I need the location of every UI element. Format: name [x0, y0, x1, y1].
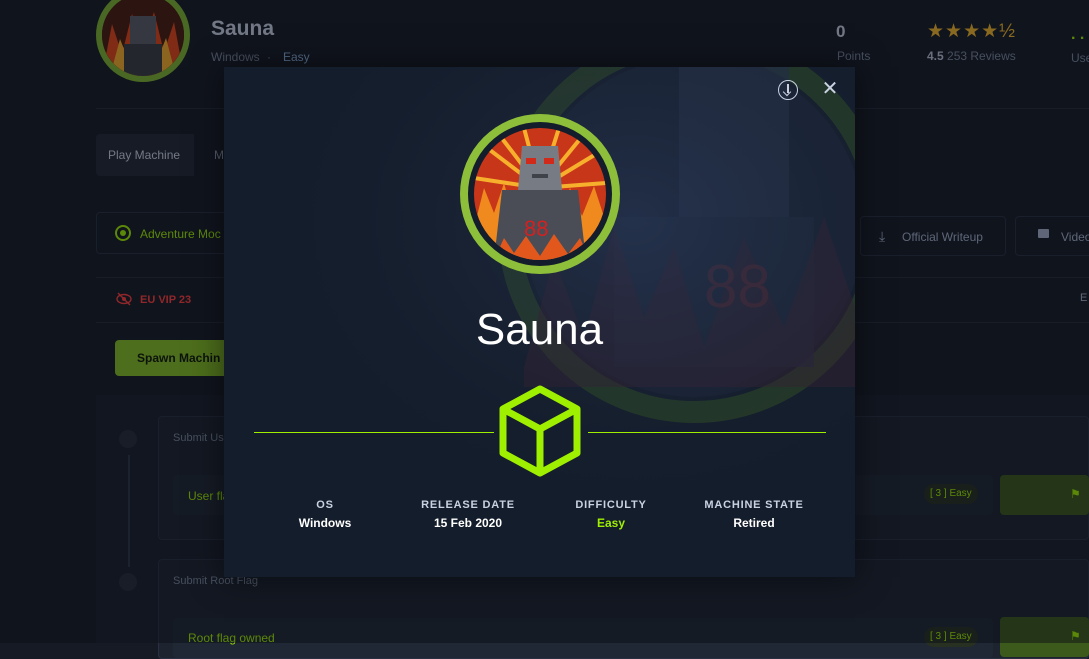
video-icon — [1038, 229, 1049, 238]
svg-text:88: 88 — [524, 216, 548, 241]
info-release-date: RELEASE DATE 15 Feb 2020 — [398, 499, 538, 530]
submit-user-flag-title: Submit Us — [173, 432, 224, 444]
tab-partial[interactable]: M — [214, 148, 224, 162]
machine-state-value: Retired — [733, 516, 775, 530]
flag-icon: ⚑ — [1070, 629, 1081, 643]
root-flag-row — [173, 618, 993, 658]
vpn-right-label[interactable]: E — [1080, 292, 1087, 304]
download-icon: ⤓ — [879, 228, 886, 244]
spawn-machine-button[interactable]: Spawn Machin — [115, 340, 235, 376]
submit-root-flag-button[interactable]: ⚑ — [1000, 617, 1089, 657]
modal-machine-avatar: 88 — [460, 114, 620, 274]
tab-play-machine[interactable]: Play Machine — [96, 134, 194, 176]
timeline-line — [128, 455, 130, 567]
sauna-avatar-art: 88 — [474, 128, 606, 260]
radio-dot-icon — [115, 225, 131, 241]
release-date-label: RELEASE DATE — [421, 499, 515, 511]
users-indicator: . . — [1071, 26, 1085, 43]
user-flag-difficulty-badge: [ 3 ] Easy — [924, 484, 978, 504]
info-machine-state: MACHINE STATE Retired — [684, 499, 824, 530]
official-writeup-button[interactable]: ⤓ Official Writeup — [860, 216, 1006, 256]
root-flag-difficulty-badge: [ 3 ] Easy — [924, 627, 978, 647]
cube-icon — [499, 385, 581, 477]
machine-info-modal: 88 ✕ — [224, 67, 855, 577]
machine-title: Sauna — [211, 17, 275, 40]
difficulty-value: Easy — [596, 516, 626, 530]
rating-score: 4.5 — [927, 49, 944, 63]
machine-avatar — [96, 0, 190, 82]
eye-slash-icon — [116, 292, 132, 309]
points-label: Points — [837, 49, 871, 63]
download-circle-icon[interactable] — [778, 80, 798, 100]
release-date-value: 15 Feb 2020 — [433, 516, 503, 530]
adventure-mode-label: Adventure Moc — [140, 227, 221, 241]
rating-reviews: 253 Reviews — [947, 49, 1016, 63]
divider-line-left — [254, 432, 494, 433]
timeline-flag-icon — [119, 573, 137, 591]
info-difficulty: DIFFICULTY Easy — [541, 499, 681, 530]
flag-icon: ⚑ — [1070, 487, 1081, 501]
timeline-flag-icon — [119, 430, 137, 448]
machine-state-label: MACHINE STATE — [704, 499, 804, 511]
users-label: Use — [1071, 51, 1089, 65]
meta-separator: · — [267, 50, 271, 64]
info-os: OS Windows — [255, 499, 395, 530]
vpn-server-label[interactable]: EU VIP 23 — [140, 294, 191, 306]
points-value: 0 — [836, 22, 846, 41]
machine-os: Windows — [211, 50, 260, 64]
submit-user-flag-button[interactable]: ⚑ — [1000, 475, 1089, 515]
video-label: Video — [1061, 230, 1089, 244]
os-value: Windows — [298, 516, 352, 530]
video-button[interactable]: Video — [1015, 216, 1089, 256]
os-label: OS — [316, 499, 334, 511]
divider-line-right — [588, 432, 826, 433]
rating-summary[interactable]: 4.5 253 Reviews — [927, 49, 1016, 63]
modal-machine-title: Sauna — [475, 305, 604, 354]
close-icon[interactable]: ✕ — [821, 79, 839, 99]
official-writeup-label: Official Writeup — [902, 230, 983, 244]
machine-difficulty: Easy — [283, 50, 310, 64]
difficulty-label: DIFFICULTY — [575, 499, 647, 511]
rating-stars-icon[interactable]: ★★★★½ — [927, 20, 1016, 43]
